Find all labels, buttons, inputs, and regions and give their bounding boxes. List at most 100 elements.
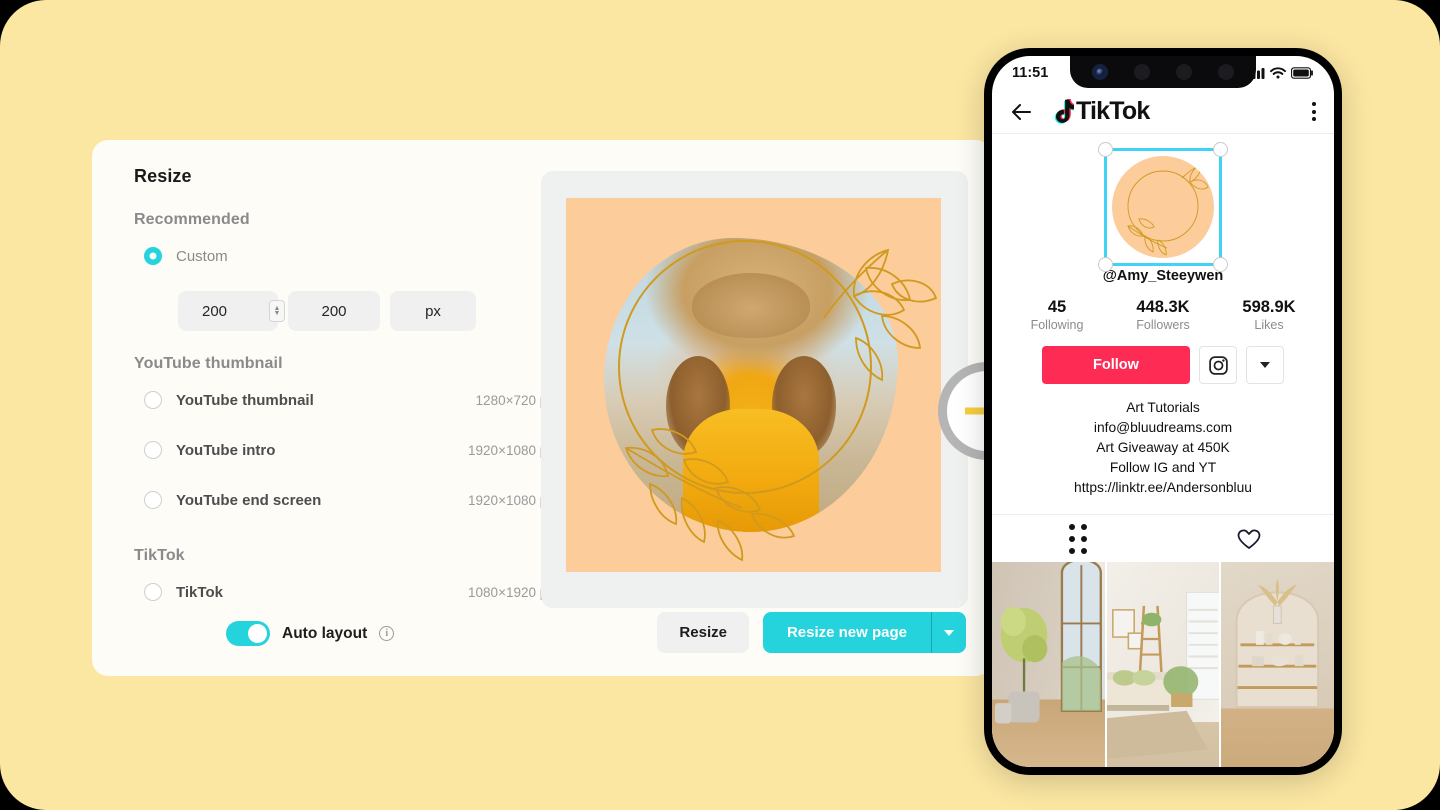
resize-handle-top-right[interactable]: [1213, 142, 1228, 157]
bio-line: Art Tutorials: [1126, 400, 1200, 415]
group-heading-youtube: YouTube thumbnail: [134, 355, 283, 372]
resize-panel-card: Resize Recommended Custom 200 ▲ ▼ 200 px…: [92, 140, 992, 676]
room1-detail: [994, 562, 1102, 724]
phone-notch: [1070, 56, 1256, 88]
instagram-icon: [1208, 355, 1228, 375]
avatar-selection-box[interactable]: [1098, 142, 1228, 272]
status-bar-icons: [1248, 67, 1314, 79]
instagram-link-button[interactable]: [1199, 346, 1237, 384]
option-row-youtube-end-screen[interactable]: YouTube end screen 1920×1080 px: [134, 477, 554, 523]
radio-custom[interactable]: [144, 247, 162, 265]
radio-tiktok[interactable]: [144, 583, 162, 601]
follow-button[interactable]: Follow: [1042, 346, 1190, 384]
profile-stats: 45 Following 448.3K Followers 598.9K Lik…: [992, 298, 1334, 332]
option-row-youtube-intro[interactable]: YouTube intro 1920×1080 px: [134, 427, 554, 473]
group-heading-recommended: Recommended: [134, 211, 250, 228]
tiktok-logo: TikTok: [1050, 96, 1151, 127]
width-input[interactable]: 200 ▲ ▼: [178, 291, 285, 331]
height-input[interactable]: 200: [288, 291, 380, 331]
speaker-dot: [1218, 64, 1234, 80]
info-icon[interactable]: i: [379, 626, 395, 641]
arrow-left-icon[interactable]: [1010, 103, 1032, 121]
unit-value: px: [425, 302, 441, 320]
resize-button[interactable]: Resize: [657, 612, 749, 653]
stat-value: 45: [1047, 298, 1067, 316]
option-label-custom: Custom: [176, 247, 228, 265]
grid-photo-room-arched-niche-shelves[interactable]: [1221, 562, 1334, 767]
grid-dots-icon: [1068, 523, 1087, 554]
tab-posts[interactable]: [992, 523, 1163, 554]
chevron-down-icon: [1260, 362, 1270, 368]
resize-new-page-dropdown[interactable]: [932, 612, 966, 653]
option-label-youtube-intro: YouTube intro: [176, 441, 276, 459]
option-row-tiktok[interactable]: TikTok 1080×1920 px: [134, 569, 554, 615]
custom-size-row: 200 ▲ ▼ 200 px: [178, 291, 554, 331]
sensor-dot: [1134, 64, 1150, 80]
grid-photo-room-arched-window-plant[interactable]: [992, 562, 1105, 767]
radio-youtube-intro[interactable]: [144, 441, 162, 459]
unit-select[interactable]: px: [390, 291, 476, 331]
auto-layout-row: Auto layout i: [226, 621, 395, 646]
resize-handle-bottom-right[interactable]: [1213, 257, 1228, 272]
artwork-canvas[interactable]: [566, 198, 941, 572]
more-options-button[interactable]: [1246, 346, 1284, 384]
profile-avatar-area: @Amy_Steeywen: [992, 134, 1334, 284]
profile-tabbar: [992, 514, 1334, 562]
stat-followers[interactable]: 448.3K Followers: [1124, 298, 1202, 332]
bio-line: Art Giveaway at 450K: [1096, 440, 1230, 455]
battery-icon: [1291, 67, 1313, 79]
option-label-tiktok: TikTok: [176, 583, 223, 601]
leaf-ornament-icon: [624, 248, 938, 562]
stat-label: Followers: [1136, 318, 1190, 332]
stepper-up-down-icon[interactable]: ▲ ▼: [269, 300, 285, 322]
panel-actions: Resize Resize new page: [657, 612, 966, 653]
avatar[interactable]: [1112, 156, 1214, 258]
profile-username: @Amy_Steeywen: [1102, 268, 1224, 284]
resize-options-column: Resize Recommended Custom 200 ▲ ▼ 200 px…: [134, 166, 554, 615]
bio-line: https://linktr.ee/Andersonbluu: [1074, 480, 1252, 495]
option-label-youtube-end-screen: YouTube end screen: [176, 491, 322, 509]
kebab-menu-icon[interactable]: [1312, 102, 1316, 121]
bio-line: Follow IG and YT: [1109, 460, 1217, 475]
group-heading-tiktok: TikTok: [134, 547, 185, 564]
page-title: Resize: [134, 166, 192, 186]
resize-new-page-split-button: Resize new page: [762, 612, 966, 653]
stat-label: Likes: [1254, 318, 1284, 332]
screenshot-canvas: Resize Recommended Custom 200 ▲ ▼ 200 px…: [0, 0, 1440, 810]
phone-mockup: 11:51 TikTok TikTok TikTok @Amy_Steeywen…: [984, 48, 1342, 775]
radio-youtube-thumbnail[interactable]: [144, 391, 162, 409]
option-row-youtube-thumbnail[interactable]: YouTube thumbnail 1280×720 px: [134, 377, 554, 423]
height-value: 200: [321, 302, 347, 320]
heart-icon: [1237, 529, 1260, 549]
avatar-leaf-ornament-icon: [1127, 163, 1209, 256]
stat-following[interactable]: 45 Following: [1018, 298, 1096, 332]
wifi-icon: [1270, 67, 1286, 79]
toggle-knob: [248, 624, 267, 643]
bio-line: info@bluudreams.com: [1093, 420, 1233, 435]
app-header: TikTok: [992, 90, 1334, 134]
radio-youtube-end-screen[interactable]: [144, 491, 162, 509]
option-row-custom[interactable]: Custom: [134, 233, 554, 279]
auto-layout-toggle[interactable]: [226, 621, 270, 646]
chevron-down-icon: [944, 629, 954, 636]
status-bar-time: 11:51: [1012, 65, 1049, 81]
profile-actions: Follow: [992, 346, 1334, 384]
profile-photo-grid: [992, 562, 1334, 767]
room3-detail: [1235, 578, 1320, 708]
tab-liked[interactable]: [1163, 528, 1334, 550]
stat-label: Following: [1030, 318, 1084, 332]
sensor-dot: [1176, 64, 1192, 80]
resize-handle-bottom-left[interactable]: [1098, 257, 1113, 272]
front-camera-icon: [1092, 64, 1108, 80]
grid-photo-room-sofa-rug-ladder[interactable]: [1106, 562, 1220, 767]
resize-handle-top-left[interactable]: [1098, 142, 1113, 157]
tiktok-note-icon: [1054, 98, 1074, 124]
room2-detail: [1106, 591, 1220, 759]
preview-pane: [541, 171, 968, 608]
phone-screen: 11:51 TikTok TikTok TikTok @Amy_Steeywen…: [992, 56, 1334, 767]
option-label-youtube-thumbnail: YouTube thumbnail: [176, 391, 314, 409]
resize-new-page-button[interactable]: Resize new page: [763, 612, 932, 653]
stat-likes[interactable]: 598.9K Likes: [1230, 298, 1308, 332]
profile-bio: Art Tutorials info@bluudreams.com Art Gi…: [992, 398, 1334, 498]
tiktok-wordmark: TikTok: [1074, 96, 1151, 127]
